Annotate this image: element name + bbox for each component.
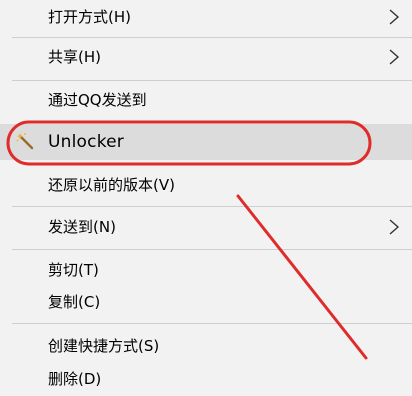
menu-item-label: 剪切(T) bbox=[48, 261, 99, 279]
menu-item-label: 创建快捷方式(S) bbox=[48, 337, 160, 355]
menu-item-cut[interactable]: 剪切(T) bbox=[0, 253, 412, 287]
menu-item-share[interactable]: 共享(H) bbox=[0, 40, 412, 74]
menu-item-label: 打开方式(H) bbox=[48, 8, 131, 26]
menu-separator bbox=[12, 249, 412, 250]
menu-item-label: 发送到(N) bbox=[48, 218, 116, 236]
chevron-right-icon bbox=[389, 219, 400, 235]
chevron-right-icon bbox=[389, 49, 400, 65]
menu-item-delete[interactable]: 删除(D) bbox=[0, 362, 412, 396]
context-menu: 打开方式(H) 共享(H) 通过QQ发送到 Unlocker 还原以前的版本(V… bbox=[0, 0, 412, 388]
menu-item-label: Unlocker bbox=[48, 132, 124, 152]
menu-item-restore-previous-versions[interactable]: 还原以前的版本(V) bbox=[0, 168, 412, 202]
menu-item-create-shortcut[interactable]: 创建快捷方式(S) bbox=[0, 329, 412, 363]
wand-icon bbox=[16, 133, 34, 150]
menu-separator bbox=[12, 37, 412, 38]
menu-item-send-via-qq[interactable]: 通过QQ发送到 bbox=[0, 83, 412, 117]
menu-item-send-to[interactable]: 发送到(N) bbox=[0, 210, 412, 244]
menu-item-label: 删除(D) bbox=[48, 370, 102, 388]
menu-separator bbox=[12, 206, 412, 207]
chevron-right-icon bbox=[389, 9, 400, 25]
menu-item-label: 共享(H) bbox=[48, 48, 101, 66]
menu-item-open-with[interactable]: 打开方式(H) bbox=[0, 0, 412, 34]
menu-item-label: 通过QQ发送到 bbox=[48, 91, 147, 109]
menu-separator bbox=[12, 80, 412, 81]
menu-item-unlocker[interactable]: Unlocker bbox=[0, 125, 412, 159]
menu-item-label: 复制(C) bbox=[48, 293, 101, 311]
menu-separator bbox=[12, 323, 412, 324]
menu-item-copy[interactable]: 复制(C) bbox=[0, 285, 412, 319]
menu-item-label: 还原以前的版本(V) bbox=[48, 176, 175, 194]
